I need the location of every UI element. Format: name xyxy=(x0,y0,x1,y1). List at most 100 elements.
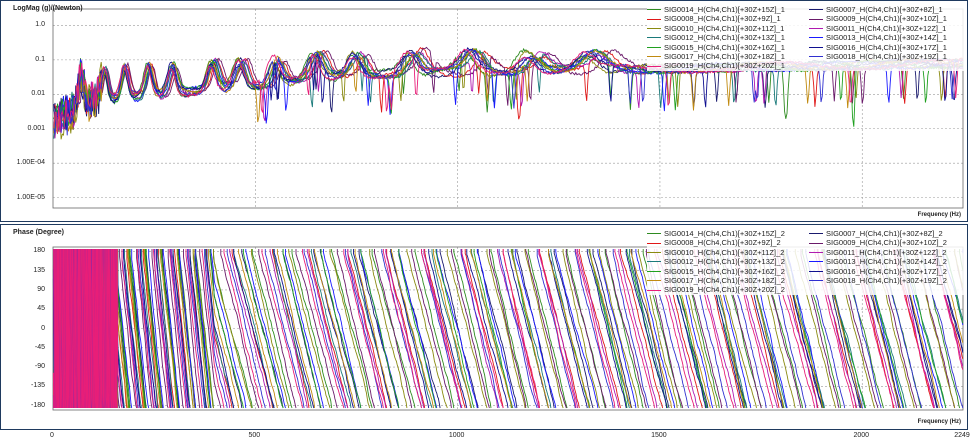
legend-swatch xyxy=(647,28,661,30)
phase-y-axis-title: Phase (Degree) xyxy=(13,229,64,236)
frequency-tick-label: 2000 xyxy=(853,432,870,439)
legend-label: SIG0018_H(Ch4,Ch1)[+30Z+19Z]_1 xyxy=(826,52,947,62)
legend-item[interactable]: SIG0012_H(Ch4,Ch1)[+30Z+13Z]_2 xyxy=(647,257,803,266)
legend-label: SIG0016_H(Ch4,Ch1)[+30Z+17Z]_2 xyxy=(826,266,947,276)
phase-y-tick-label: 90 xyxy=(37,285,45,293)
legend-item[interactable]: SIG0009_H(Ch4,Ch1)[+30Z+10Z]_2 xyxy=(809,238,965,247)
logmag-y-axis-title: LogMag (g)/(Newton) xyxy=(13,5,83,12)
legend-swatch xyxy=(647,65,661,67)
legend-swatch xyxy=(647,233,661,235)
legend-swatch xyxy=(809,261,823,263)
legend-item[interactable]: SIG0017_H(Ch4,Ch1)[+30Z+18Z]_2 xyxy=(647,276,803,285)
legend-label: SIG0008_H(Ch4,Ch1)[+30Z+9Z]_1 xyxy=(664,14,781,24)
phase-plot-panel[interactable]: Phase (Degree) Frequency (Hz) 180 135 90 45… xyxy=(0,224,968,430)
legend-swatch xyxy=(647,9,661,11)
legend-label: SIG0017_H(Ch4,Ch1)[+30Z+18Z]_1 xyxy=(664,52,785,62)
legend-swatch xyxy=(647,46,661,48)
legend-swatch xyxy=(809,9,823,11)
phase-legend[interactable]: SIG0014_H(Ch4,Ch1)[+30Z+15Z]_2 SIG0007_H(… xyxy=(647,229,965,295)
logmag-y-tick-label: 1.0 xyxy=(35,21,45,29)
logmag-y-tick-label: 0.1 xyxy=(35,55,45,63)
legend-item[interactable]: SIG0011_H(Ch4,Ch1)[+30Z+12Z]_2 xyxy=(809,248,965,257)
legend-swatch xyxy=(809,18,823,20)
legend-label: SIG0013_H(Ch4,Ch1)[+30Z+14Z]_2 xyxy=(826,257,947,267)
logmag-y-tick-label: 0.01 xyxy=(31,90,45,98)
legend-label: SIG0011_H(Ch4,Ch1)[+30Z+12Z]_1 xyxy=(826,23,947,33)
legend-item[interactable]: SIG0018_H(Ch4,Ch1)[+30Z+19Z]_2 xyxy=(809,276,965,285)
legend-swatch xyxy=(647,280,661,282)
phase-y-tick-label: 135 xyxy=(33,266,45,274)
legend-item[interactable]: SIG0013_H(Ch4,Ch1)[+30Z+14Z]_1 xyxy=(809,33,965,42)
legend-label: SIG0012_H(Ch4,Ch1)[+30Z+13Z]_1 xyxy=(664,33,785,43)
legend-label: SIG0009_H(Ch4,Ch1)[+30Z+10Z]_1 xyxy=(826,14,947,24)
phase-y-tick-label: 180 xyxy=(33,247,45,255)
legend-label: SIG0010_H(Ch4,Ch1)[+30Z+11Z]_2 xyxy=(664,247,785,257)
legend-label: SIG0010_H(Ch4,Ch1)[+30Z+11Z]_1 xyxy=(664,23,785,33)
logmag-y-tick-label: 1.00E-04 xyxy=(16,159,45,167)
legend-item[interactable]: SIG0014_H(Ch4,Ch1)[+30Z+15Z]_2 xyxy=(647,229,803,238)
legend-item[interactable]: SIG0007_H(Ch4,Ch1)[+30Z+8Z]_1 xyxy=(809,5,965,14)
legend-item[interactable]: SIG0016_H(Ch4,Ch1)[+30Z+17Z]_2 xyxy=(809,267,965,276)
legend-swatch xyxy=(647,261,661,263)
legend-label: SIG0011_H(Ch4,Ch1)[+30Z+12Z]_2 xyxy=(826,247,947,257)
legend-label: SIG0019_H(Ch4,Ch1)[+30Z+20Z]_2 xyxy=(664,285,785,295)
legend-swatch xyxy=(647,56,661,58)
legend-item[interactable]: SIG0015_H(Ch4,Ch1)[+30Z+16Z]_1 xyxy=(647,43,803,52)
legend-label: SIG0012_H(Ch4,Ch1)[+30Z+13Z]_2 xyxy=(664,257,785,267)
frequency-tick-label: 1500 xyxy=(651,432,667,439)
legend-label: SIG0015_H(Ch4,Ch1)[+30Z+16Z]_2 xyxy=(664,266,785,276)
legend-item[interactable]: SIG0007_H(Ch4,Ch1)[+30Z+8Z]_2 xyxy=(809,229,965,238)
legend-label: SIG0014_H(Ch4,Ch1)[+30Z+15Z]_2 xyxy=(664,229,785,238)
logmag-y-tick-label: 0.001 xyxy=(27,124,45,132)
legend-label: SIG0018_H(Ch4,Ch1)[+30Z+19Z]_2 xyxy=(826,276,947,286)
legend-swatch xyxy=(647,289,661,291)
legend-item[interactable]: SIG0010_H(Ch4,Ch1)[+30Z+11Z]_2 xyxy=(647,248,803,257)
legend-swatch xyxy=(647,18,661,20)
legend-swatch xyxy=(809,56,823,58)
logmag-legend[interactable]: SIG0014_H(Ch4,Ch1)[+30Z+15Z]_1 SIG0007_H(… xyxy=(647,5,965,71)
legend-swatch xyxy=(809,242,823,244)
legend-item[interactable]: SIG0016_H(Ch4,Ch1)[+30Z+17Z]_1 xyxy=(809,43,965,52)
phase-y-tick-label: 45 xyxy=(37,305,45,313)
legend-swatch xyxy=(809,37,823,39)
frequency-tick-label: 500 xyxy=(248,432,261,439)
frequency-tick-label: 0 xyxy=(50,432,54,439)
legend-item[interactable]: SIG0018_H(Ch4,Ch1)[+30Z+19Z]_1 xyxy=(809,52,965,61)
legend-swatch xyxy=(809,280,823,282)
phase-y-tick-label: -180 xyxy=(30,401,45,409)
legend-swatch xyxy=(647,270,661,272)
legend-item[interactable]: SIG0017_H(Ch4,Ch1)[+30Z+18Z]_1 xyxy=(647,52,803,61)
legend-label: SIG0007_H(Ch4,Ch1)[+30Z+8Z]_2 xyxy=(826,229,943,238)
legend-item[interactable]: SIG0009_H(Ch4,Ch1)[+30Z+10Z]_1 xyxy=(809,14,965,23)
logmag-plot-panel[interactable]: LogMag (g)/(Newton) Frequency (Hz) 1.0 0.… xyxy=(0,0,968,222)
legend-item[interactable]: SIG0010_H(Ch4,Ch1)[+30Z+11Z]_1 xyxy=(647,24,803,33)
phase-y-tick-label: -135 xyxy=(30,382,45,390)
legend-item[interactable]: SIG0019_H(Ch4,Ch1)[+30Z+20Z]_1 xyxy=(647,61,803,70)
legend-swatch xyxy=(809,252,823,254)
legend-label: SIG0007_H(Ch4,Ch1)[+30Z+8Z]_1 xyxy=(826,5,943,14)
legend-item[interactable]: SIG0008_H(Ch4,Ch1)[+30Z+9Z]_1 xyxy=(647,14,803,23)
legend-item[interactable]: SIG0011_H(Ch4,Ch1)[+30Z+12Z]_1 xyxy=(809,24,965,33)
legend-swatch xyxy=(809,28,823,30)
frequency-x-axis: 0 500 1000 1500 2000 2249 xyxy=(0,430,970,445)
legend-label: SIG0016_H(Ch4,Ch1)[+30Z+17Z]_1 xyxy=(826,42,947,52)
legend-item[interactable]: SIG0015_H(Ch4,Ch1)[+30Z+16Z]_2 xyxy=(647,267,803,276)
legend-item[interactable]: SIG0012_H(Ch4,Ch1)[+30Z+13Z]_1 xyxy=(647,33,803,42)
legend-label: SIG0008_H(Ch4,Ch1)[+30Z+9Z]_2 xyxy=(664,238,781,248)
phase-y-tick-label: 0 xyxy=(41,324,45,332)
legend-label: SIG0019_H(Ch4,Ch1)[+30Z+20Z]_1 xyxy=(664,61,785,71)
phase-y-tick-label: -45 xyxy=(34,343,45,351)
phase-y-tick-label: -90 xyxy=(34,363,45,371)
legend-label: SIG0017_H(Ch4,Ch1)[+30Z+18Z]_2 xyxy=(664,276,785,286)
legend-item[interactable]: SIG0013_H(Ch4,Ch1)[+30Z+14Z]_2 xyxy=(809,257,965,266)
legend-item[interactable]: SIG0019_H(Ch4,Ch1)[+30Z+20Z]_2 xyxy=(647,285,803,294)
legend-label: SIG0014_H(Ch4,Ch1)[+30Z+15Z]_1 xyxy=(664,5,785,14)
legend-label: SIG0013_H(Ch4,Ch1)[+30Z+14Z]_1 xyxy=(826,33,947,43)
legend-swatch xyxy=(647,252,661,254)
legend-item[interactable]: SIG0014_H(Ch4,Ch1)[+30Z+15Z]_1 xyxy=(647,5,803,14)
legend-item[interactable]: SIG0008_H(Ch4,Ch1)[+30Z+9Z]_2 xyxy=(647,238,803,247)
frequency-tick-label: 2249 xyxy=(954,432,970,439)
legend-swatch xyxy=(647,37,661,39)
legend-swatch xyxy=(809,46,823,48)
legend-swatch xyxy=(647,242,661,244)
